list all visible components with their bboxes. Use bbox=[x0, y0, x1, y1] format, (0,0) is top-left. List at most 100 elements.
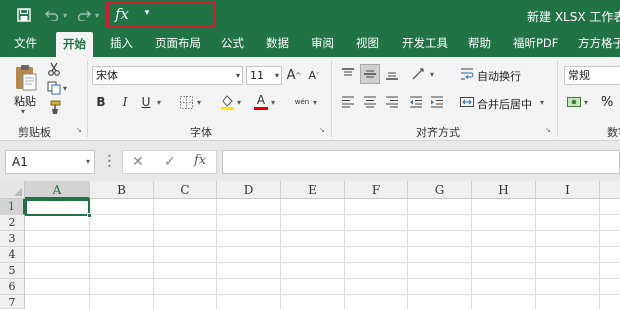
undo-icon[interactable] bbox=[44, 6, 60, 24]
tab-view[interactable]: 视图 bbox=[356, 30, 379, 57]
column-header-j[interactable] bbox=[600, 181, 620, 199]
tab-help[interactable]: 帮助 bbox=[468, 30, 491, 57]
orientation-dropdown-icon[interactable]: ▾ bbox=[430, 70, 434, 79]
tab-data[interactable]: 数据 bbox=[266, 30, 289, 57]
gridline bbox=[216, 199, 217, 309]
worksheet-grid[interactable]: A B C D E F G H I 1 2 3 4 5 6 7 bbox=[0, 181, 620, 309]
tab-fangfang-gezi[interactable]: 方方格子 bbox=[578, 30, 620, 57]
insert-function-icon[interactable]: fx bbox=[194, 153, 206, 168]
accounting-dropdown-icon[interactable]: ▾ bbox=[584, 98, 588, 107]
column-header-g[interactable]: G bbox=[408, 181, 472, 199]
formula-buttons: ✕ ✓ fx bbox=[122, 150, 217, 174]
column-header-e[interactable]: E bbox=[281, 181, 345, 199]
alignment-group-label: 对齐方式 bbox=[416, 126, 460, 139]
active-cell-a1[interactable] bbox=[25, 199, 90, 216]
gridline bbox=[471, 199, 472, 309]
column-header-i[interactable]: I bbox=[536, 181, 600, 199]
align-center-icon[interactable] bbox=[361, 93, 379, 111]
fill-handle[interactable] bbox=[87, 213, 92, 218]
percent-style-button[interactable]: % bbox=[601, 95, 613, 110]
tab-page-layout[interactable]: 页面布局 bbox=[155, 30, 201, 57]
underline-button[interactable]: U bbox=[138, 93, 154, 111]
merge-center-icon[interactable] bbox=[459, 94, 475, 110]
undo-dropdown-icon[interactable]: ▾ bbox=[61, 6, 69, 24]
row-header-2[interactable]: 2 bbox=[0, 215, 25, 231]
tab-file[interactable]: 文件 bbox=[14, 30, 37, 57]
tab-home[interactable]: 开始 bbox=[56, 32, 93, 57]
shrink-font-button[interactable]: Aˇ bbox=[306, 66, 322, 85]
phonetic-guide-button[interactable]: wén bbox=[291, 93, 313, 111]
row-header-5[interactable]: 5 bbox=[0, 263, 25, 279]
row-header-6[interactable]: 6 bbox=[0, 279, 25, 295]
tab-formulas[interactable]: 公式 bbox=[221, 30, 244, 57]
fill-color-dropdown-icon[interactable]: ▾ bbox=[237, 98, 241, 107]
format-painter-icon[interactable] bbox=[46, 100, 62, 114]
number-format-select[interactable]: 常规 bbox=[564, 66, 620, 85]
wrap-text-button[interactable]: 自动换行 bbox=[477, 68, 521, 84]
name-box[interactable]: A1 ▾ bbox=[5, 150, 95, 174]
accounting-format-icon[interactable] bbox=[566, 94, 582, 110]
phonetic-dropdown-icon[interactable]: ▾ bbox=[313, 98, 317, 107]
row-header-7[interactable]: 7 bbox=[0, 295, 25, 309]
font-color-button[interactable]: A bbox=[253, 93, 269, 111]
redo-icon[interactable] bbox=[76, 6, 92, 24]
column-header-h[interactable]: H bbox=[472, 181, 536, 199]
column-header-c[interactable]: C bbox=[154, 181, 217, 199]
row-header-3[interactable]: 3 bbox=[0, 231, 25, 247]
wrap-text-icon[interactable] bbox=[459, 66, 475, 82]
paste-icon[interactable] bbox=[12, 63, 40, 93]
decrease-indent-icon[interactable] bbox=[407, 93, 425, 111]
select-all-button[interactable] bbox=[0, 181, 25, 199]
clipboard-group-label: 剪贴板 bbox=[18, 126, 51, 139]
borders-icon[interactable] bbox=[178, 93, 194, 111]
formula-input[interactable] bbox=[222, 150, 620, 174]
merge-dropdown-icon[interactable]: ▾ bbox=[540, 98, 544, 107]
column-header-d[interactable]: D bbox=[217, 181, 281, 199]
redo-dropdown-icon[interactable]: ▾ bbox=[93, 6, 101, 24]
copy-dropdown-icon[interactable]: ▾ bbox=[63, 84, 67, 93]
tab-foxit-pdf[interactable]: 福昕PDF bbox=[513, 30, 558, 57]
gridline bbox=[25, 278, 620, 279]
tab-insert[interactable]: 插入 bbox=[110, 30, 133, 57]
font-color-dropdown-icon[interactable]: ▾ bbox=[271, 98, 275, 107]
tab-developer[interactable]: 开发工具 bbox=[402, 30, 448, 57]
font-launcher-icon[interactable]: ↘ bbox=[319, 126, 327, 134]
fill-color-icon[interactable] bbox=[219, 93, 235, 111]
alignment-launcher-icon[interactable]: ↘ bbox=[545, 126, 553, 134]
gridline bbox=[25, 230, 620, 231]
column-header-b[interactable]: B bbox=[90, 181, 154, 199]
font-size-select[interactable]: 11 ▾ bbox=[246, 66, 282, 85]
formula-bar-resize-handle[interactable]: • • • bbox=[107, 153, 112, 171]
align-left-icon[interactable] bbox=[339, 93, 357, 111]
customize-toolbar-icon[interactable]: ▾ bbox=[141, 8, 153, 18]
grow-font-button[interactable]: A ^ bbox=[286, 66, 302, 85]
enter-icon[interactable]: ✓ bbox=[164, 154, 176, 170]
bold-button[interactable]: B bbox=[93, 93, 109, 111]
tab-review[interactable]: 审阅 bbox=[311, 30, 334, 57]
save-icon[interactable] bbox=[14, 6, 34, 24]
row-header-4[interactable]: 4 bbox=[0, 247, 25, 263]
chevron-down-icon: ▾ bbox=[274, 71, 279, 80]
font-name-select[interactable]: 宋体 ▾ bbox=[92, 66, 243, 85]
cut-icon[interactable] bbox=[46, 62, 62, 76]
borders-dropdown-icon[interactable]: ▾ bbox=[197, 98, 201, 107]
paste-dropdown-icon[interactable]: ▾ bbox=[21, 107, 25, 116]
italic-button[interactable]: I bbox=[117, 93, 133, 111]
merge-center-button[interactable]: 合并后居中 bbox=[477, 96, 532, 112]
column-header-a[interactable]: A bbox=[25, 181, 90, 199]
align-middle-icon[interactable] bbox=[360, 64, 380, 84]
row-header-1[interactable]: 1 bbox=[0, 199, 25, 215]
copy-icon[interactable] bbox=[46, 81, 62, 95]
column-header-f[interactable]: F bbox=[345, 181, 408, 199]
insert-function-button[interactable]: fx bbox=[115, 5, 129, 23]
align-right-icon[interactable] bbox=[383, 93, 401, 111]
clipboard-launcher-icon[interactable]: ↘ bbox=[76, 126, 84, 134]
increase-indent-icon[interactable] bbox=[428, 93, 446, 111]
cancel-icon[interactable]: ✕ bbox=[132, 154, 144, 170]
orientation-icon[interactable] bbox=[409, 65, 427, 83]
underline-dropdown-icon[interactable]: ▾ bbox=[157, 98, 161, 107]
align-bottom-icon[interactable] bbox=[383, 65, 401, 83]
ribbon-home: 粘贴 ▾ ▾ 剪贴板 ↘ 宋体 ▾ 11 ▾ A ^ Aˇ B I U ▾ ▾ ▾ A… bbox=[0, 57, 620, 141]
gridline bbox=[344, 199, 345, 309]
align-top-icon[interactable] bbox=[339, 65, 357, 83]
